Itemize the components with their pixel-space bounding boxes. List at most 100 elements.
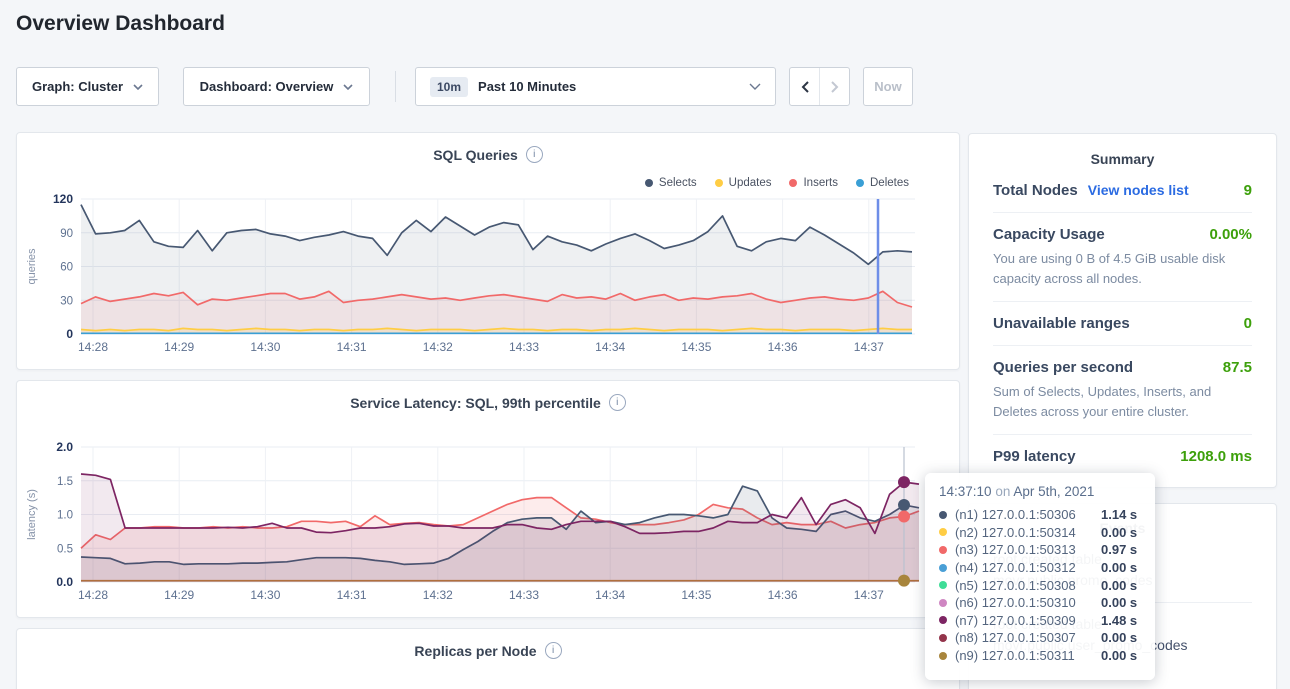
summary-metric-value: 0 — [1244, 315, 1252, 332]
svg-text:14:36: 14:36 — [768, 340, 798, 354]
svg-text:14:35: 14:35 — [681, 588, 711, 602]
tooltip-node-row: (n8) 127.0.0.1:503070.00 s — [939, 629, 1141, 647]
tooltip-node-row: (n7) 127.0.0.1:503091.48 s — [939, 612, 1141, 630]
service-latency-panel: Service Latency: SQL, 99th percentilei 0… — [16, 380, 960, 618]
summary-row: Queries per second87.5 Sum of Selects, Up… — [993, 346, 1252, 435]
time-step-buttons — [789, 67, 850, 106]
time-range-label: Past 10 Minutes — [478, 79, 576, 94]
summary-row-head: Total Nodes View nodes list 9 — [993, 182, 1252, 199]
tooltip-node-address: (n6) 127.0.0.1:50310 — [955, 595, 1101, 610]
node-series-dot-icon — [939, 564, 947, 572]
chevron-down-icon — [133, 84, 143, 90]
overview-dashboard-page: Overview Dashboard Graph: Cluster Dashbo… — [0, 0, 1290, 689]
svg-text:0.0: 0.0 — [56, 575, 73, 589]
graph-selector-label: Graph: Cluster — [32, 79, 123, 94]
info-icon[interactable]: i — [545, 642, 562, 659]
svg-text:14:35: 14:35 — [681, 340, 711, 354]
node-series-dot-icon — [939, 616, 947, 624]
svg-text:60: 60 — [60, 262, 73, 274]
svg-text:14:31: 14:31 — [337, 340, 367, 354]
svg-text:2.0: 2.0 — [56, 440, 73, 454]
tooltip-node-address: (n9) 127.0.0.1:50311 — [955, 648, 1101, 663]
svg-text:14:36: 14:36 — [768, 588, 798, 602]
summary-rows: Total Nodes View nodes list 9 Capacity Usag… — [969, 169, 1276, 478]
service-latency-chart[interactable]: 0.00.51.01.52.014:2814:2914:3014:3114:32… — [17, 381, 961, 619]
sql-queries-chart[interactable]: 030609012014:2814:2914:3014:3114:3214:33… — [17, 133, 961, 371]
tooltip-node-address: (n5) 127.0.0.1:50308 — [955, 578, 1101, 593]
view-nodes-list-link[interactable]: View nodes list — [1088, 182, 1189, 198]
tooltip-node-value: 0.00 s — [1101, 525, 1137, 540]
tooltip-node-value: 0.00 s — [1101, 560, 1137, 575]
svg-text:14:33: 14:33 — [509, 588, 539, 602]
tooltip-node-address: (n3) 127.0.0.1:50313 — [955, 542, 1101, 557]
svg-text:1.0: 1.0 — [57, 510, 73, 522]
time-range-picker[interactable]: 10m Past 10 Minutes — [415, 67, 776, 106]
chart-title-row: Replicas per Nodei — [17, 642, 959, 661]
svg-text:0: 0 — [66, 327, 73, 341]
node-series-dot-icon — [939, 511, 947, 519]
summary-metric-label: Queries per second — [993, 359, 1133, 376]
tooltip-node-address: (n8) 127.0.0.1:50307 — [955, 630, 1101, 645]
tooltip-node-row: (n5) 127.0.0.1:503080.00 s — [939, 576, 1141, 594]
tooltip-node-row: (n9) 127.0.0.1:503110.00 s — [939, 647, 1141, 665]
node-series-dot-icon — [939, 528, 947, 536]
svg-text:1.5: 1.5 — [57, 476, 73, 488]
summary-row: Unavailable ranges 0 — [993, 302, 1252, 346]
chevron-down-icon — [749, 83, 761, 90]
chevron-down-icon — [343, 84, 353, 90]
node-series-dot-icon — [939, 634, 947, 642]
svg-text:120: 120 — [53, 192, 73, 206]
chart-hover-tooltip: 14:37:10 on Apr 5th, 2021 (n1) 127.0.0.1… — [925, 473, 1155, 680]
svg-text:14:34: 14:34 — [595, 588, 625, 602]
next-time-button[interactable] — [819, 68, 849, 105]
svg-text:latency (s): latency (s) — [26, 489, 38, 540]
summary-title: Summary — [969, 134, 1276, 169]
tooltip-node-value: 1.14 s — [1101, 507, 1137, 522]
chevron-right-icon — [830, 80, 840, 94]
time-range-badge: 10m — [430, 77, 468, 97]
svg-text:14:28: 14:28 — [78, 340, 108, 354]
tooltip-node-row: (n3) 127.0.0.1:503130.97 s — [939, 541, 1141, 559]
svg-text:14:28: 14:28 — [78, 588, 108, 602]
svg-text:30: 30 — [60, 295, 73, 307]
tooltip-timestamp: 14:37:10 on Apr 5th, 2021 — [939, 484, 1141, 499]
node-series-dot-icon — [939, 599, 947, 607]
tooltip-node-value: 0.00 s — [1101, 630, 1137, 645]
summary-row: Total Nodes View nodes list 9 — [993, 169, 1252, 213]
now-button[interactable]: Now — [863, 67, 913, 106]
summary-metric-label: Unavailable ranges — [993, 315, 1130, 332]
svg-text:14:34: 14:34 — [595, 340, 625, 354]
tooltip-node-row: (n4) 127.0.0.1:503120.00 s — [939, 559, 1141, 577]
summary-metric-label: Total Nodes — [993, 182, 1078, 199]
tooltip-node-address: (n1) 127.0.0.1:50306 — [955, 507, 1101, 522]
svg-text:14:33: 14:33 — [509, 340, 539, 354]
controls-divider — [395, 71, 396, 102]
svg-text:14:31: 14:31 — [337, 588, 367, 602]
tooltip-node-value: 0.00 s — [1101, 578, 1137, 593]
summary-row-head: Queries per second87.5 — [993, 359, 1252, 376]
prev-time-button[interactable] — [790, 68, 819, 105]
tooltip-node-row: (n1) 127.0.0.1:503061.14 s — [939, 506, 1141, 524]
tooltip-node-address: (n2) 127.0.0.1:50314 — [955, 525, 1101, 540]
svg-text:14:32: 14:32 — [423, 340, 453, 354]
svg-text:0.5: 0.5 — [57, 543, 73, 555]
tooltip-node-value: 0.00 s — [1101, 595, 1137, 610]
summary-metric-value: 1208.0 ms — [1180, 448, 1252, 465]
node-series-dot-icon — [939, 581, 947, 589]
page-title: Overview Dashboard — [16, 12, 225, 36]
graph-selector-dropdown[interactable]: Graph: Cluster — [16, 67, 159, 106]
dashboard-selector-dropdown[interactable]: Dashboard: Overview — [183, 67, 370, 106]
tooltip-node-address: (n4) 127.0.0.1:50312 — [955, 560, 1101, 575]
svg-text:14:30: 14:30 — [250, 340, 280, 354]
summary-panel: Summary Total Nodes View nodes list 9 Capac… — [968, 133, 1277, 488]
summary-metric-description: Sum of Selects, Updates, Inserts, and De… — [993, 382, 1252, 421]
summary-row-head: Capacity Usage0.00% — [993, 226, 1252, 243]
node-series-dot-icon — [939, 652, 947, 660]
dashboard-selector-label: Dashboard: Overview — [200, 79, 334, 94]
summary-metric-description: You are using 0 B of 4.5 GiB usable disk… — [993, 249, 1252, 288]
summary-metric-value: 9 — [1244, 182, 1252, 199]
svg-text:queries: queries — [26, 248, 38, 285]
tooltip-node-row: (n2) 127.0.0.1:503140.00 s — [939, 524, 1141, 542]
svg-text:14:29: 14:29 — [164, 340, 194, 354]
summary-metric-label: P99 latency — [993, 448, 1076, 465]
